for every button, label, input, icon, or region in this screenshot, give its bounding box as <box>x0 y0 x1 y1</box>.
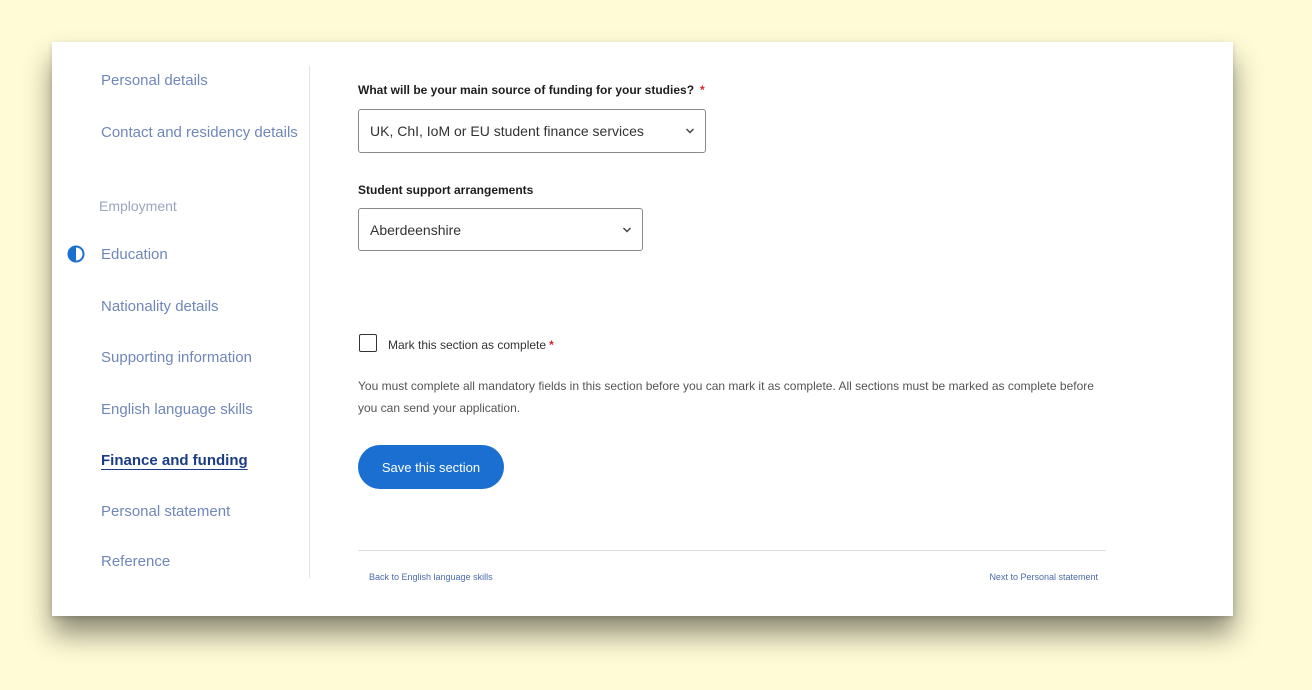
completion-help-text: You must complete all mandatory fields i… <box>358 379 1094 415</box>
nav-item-education[interactable]: Education <box>101 242 301 268</box>
funding-source-value: UK, ChI, IoM or EU student finance servi… <box>370 123 644 139</box>
nav-item-employment: Employment <box>99 198 177 214</box>
support-arrangements-value: Aberdeenshire <box>370 221 462 238</box>
nav-item-reference[interactable]: Reference <box>101 549 301 575</box>
mark-complete-checkbox[interactable] <box>359 334 377 352</box>
chevron-down-icon <box>622 226 632 233</box>
nav-item-contact-residency[interactable]: Contact and residency details <box>101 120 301 146</box>
required-asterisk: * <box>700 83 705 97</box>
footer-divider <box>358 550 1106 551</box>
application-card: Personal details Contact and residency d… <box>52 42 1233 616</box>
save-section-button[interactable]: Save this section <box>358 445 504 489</box>
nav-item-personal-details[interactable]: Personal details <box>101 68 301 94</box>
sidebar-divider <box>309 66 310 578</box>
funding-source-select[interactable]: UK, ChI, IoM or EU student finance servi… <box>358 109 706 153</box>
funding-question-label: What will be your main source of funding… <box>358 83 705 97</box>
next-link[interactable]: Next to Personal statement <box>989 572 1098 582</box>
mark-complete-label[interactable]: Mark this section as complete * <box>388 338 554 352</box>
nav-item-nationality[interactable]: Nationality details <box>101 294 301 320</box>
chevron-down-icon <box>685 128 695 134</box>
required-asterisk: * <box>549 338 554 352</box>
nav-item-supporting-info[interactable]: Supporting information <box>101 345 301 371</box>
funding-question-text: What will be your main source of funding… <box>358 83 695 97</box>
half-circle-icon <box>67 245 85 263</box>
section-nav: Personal details Contact and residency d… <box>52 42 310 616</box>
mark-complete-text: Mark this section as complete <box>388 338 547 352</box>
support-arrangements-select[interactable]: Aberdeenshire <box>358 208 643 251</box>
back-link[interactable]: Back to English language skills <box>369 572 493 582</box>
nav-item-english-skills[interactable]: English language skills <box>101 397 301 423</box>
nav-item-personal-statement[interactable]: Personal statement <box>101 499 301 525</box>
nav-item-finance-funding[interactable]: Finance and funding <box>101 448 301 474</box>
support-arrangements-label: Student support arrangements <box>358 183 534 197</box>
